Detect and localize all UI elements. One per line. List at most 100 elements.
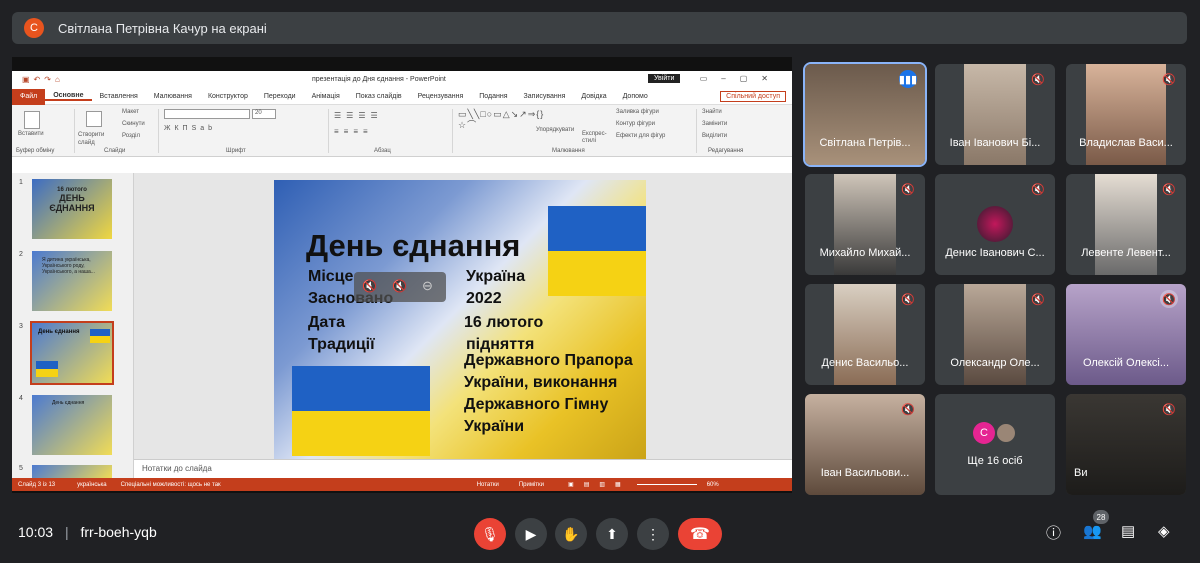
tab-review[interactable]: Рецензування [410, 93, 472, 100]
participant-video [1095, 174, 1157, 275]
activities-icon[interactable]: ◈ [1158, 522, 1170, 540]
slide-right-value: України [464, 418, 525, 435]
notes-pane[interactable]: Нотатки до слайда [134, 459, 792, 478]
slide-thumbnail-pane: 1 16 лютого ДЕНЬ ЄДНАННЯ 2 Я дитина укра… [12, 173, 134, 479]
divider [74, 109, 75, 153]
participant-avatar [977, 206, 1013, 242]
new-slide-label[interactable]: Створити слайд [78, 131, 110, 147]
font-size-input[interactable]: 20 [252, 109, 276, 119]
paste-icon[interactable] [24, 111, 40, 129]
tab-file[interactable]: Файл [12, 88, 46, 105]
participant-name: Денис Іванович С... [945, 247, 1045, 259]
share-button[interactable]: Спільний доступ [720, 91, 786, 102]
replace-button[interactable]: Замінити [702, 121, 727, 127]
flag-image [36, 361, 58, 377]
meeting-info: 10:03 | frr-boeh-yqb [18, 524, 157, 540]
sign-in-button[interactable]: Увійти [648, 74, 681, 83]
chat-icon[interactable]: ▤ [1121, 522, 1135, 540]
participant-video [964, 284, 1026, 385]
participant-name: Іван Іванович Бі... [949, 137, 1041, 149]
camera-toggle-button[interactable]: ▶ [515, 518, 547, 550]
view-buttons-icon[interactable]: ▣▤▥▦ [568, 481, 631, 488]
clock: 10:03 [18, 524, 54, 540]
font-name-input[interactable] [164, 109, 250, 119]
participant-name: Ви [1074, 467, 1088, 479]
paragraph-icons[interactable]: ☰☰☰☰ [334, 111, 383, 120]
self-tile[interactable]: 🔇 Ви [1066, 394, 1186, 495]
tab-slideshow[interactable]: Показ слайдів [348, 93, 410, 100]
slide-thumbnail[interactable]: 16 лютого ДЕНЬ ЄДНАННЯ [32, 179, 112, 239]
present-button[interactable]: ⬆ [596, 518, 628, 550]
participant-tile[interactable]: 🔇 Денис Іванович С... [935, 174, 1055, 275]
arrange-button[interactable]: Упорядкувати [536, 127, 574, 133]
zoom-level[interactable]: 60% [707, 482, 719, 488]
tab-design[interactable]: Конструктор [200, 93, 256, 100]
slide-thumbnail[interactable]: Я дитина українська, Українського роду, … [32, 251, 112, 311]
meeting-code[interactable]: frr-boeh-yqb [80, 524, 156, 540]
leave-call-button[interactable]: ☎ [678, 518, 722, 550]
mic-off-icon: 🔇 [901, 183, 915, 196]
tab-animations[interactable]: Анімація [304, 93, 348, 100]
tab-view[interactable]: Подання [471, 93, 515, 100]
thumb-line: 16 лютого [57, 187, 87, 193]
mic-toggle-button[interactable]: 🎙 [474, 518, 506, 550]
reset-button[interactable]: Скинути [122, 121, 145, 127]
mic-off-icon: 🔇 [1031, 183, 1045, 196]
shape-outline-button[interactable]: Контур фігури [616, 121, 655, 127]
zoom-slider[interactable] [636, 484, 697, 485]
comments-button[interactable]: Примітки [519, 482, 544, 488]
participant-tile[interactable]: 🔇 Іван Васильови... [805, 394, 925, 495]
participant-tile[interactable]: 🔇 Денис Васильо... [805, 284, 925, 385]
slide-thumbnail[interactable] [32, 465, 112, 479]
section-button[interactable]: Розділ [122, 133, 140, 139]
tab-help[interactable]: Довідка [573, 93, 614, 100]
people-icon[interactable]: 👥 [1083, 522, 1102, 540]
mute-audio-icon[interactable]: 🔇 [392, 279, 407, 293]
shape-effects-button[interactable]: Ефекти для фігур [616, 133, 665, 139]
slide-right-value: України, виконання [464, 374, 618, 391]
participant-tile[interactable]: 🔇 Олександр Оле... [935, 284, 1055, 385]
select-button[interactable]: Виділити [702, 133, 727, 139]
tab-home[interactable]: Основне [45, 92, 92, 101]
slide-left-label: Традиції [308, 336, 375, 353]
new-slide-icon[interactable] [86, 111, 102, 127]
tab-transitions[interactable]: Переходи [256, 93, 304, 100]
participant-video [834, 284, 896, 385]
tab-draw[interactable]: Малювання [146, 93, 200, 100]
notes-button[interactable]: Нотатки [477, 482, 499, 488]
participant-tile[interactable]: 🔇 Левенте Левент... [1066, 174, 1186, 275]
raise-hand-button[interactable]: ✋ [555, 518, 587, 550]
align-icons[interactable]: ≡≡≡≡ [334, 127, 373, 136]
participant-tile[interactable]: 🔇 Олексій Олексі... [1066, 284, 1186, 385]
find-button[interactable]: Знайти [702, 109, 722, 115]
minimize-icon[interactable]: ⊖ [422, 278, 433, 294]
tab-record[interactable]: Записування [516, 93, 574, 100]
divider [328, 109, 329, 153]
mic-off-icon: 🔇 [1162, 403, 1176, 416]
slide-thumbnail-selected[interactable]: День єднання [30, 321, 114, 385]
layout-button[interactable]: Макет [122, 109, 139, 115]
current-slide[interactable]: День єднання Місце Засновано Дата Традиц… [274, 180, 646, 460]
tab-insert[interactable]: Вставлення [92, 93, 146, 100]
slide-thumbnail[interactable]: День єднання [32, 395, 112, 455]
shapes-gallery-icon[interactable]: ▭╲╲□○▭△↘↗⇒{}☆⌒ [458, 109, 543, 131]
shape-fill-button[interactable]: Заливка фігури [616, 109, 659, 115]
mute-overlay-icon[interactable]: 🔇 [362, 279, 377, 293]
info-icon[interactable]: ⓘ [1046, 522, 1061, 543]
language-status[interactable]: українська [77, 482, 107, 488]
accessibility-status[interactable]: Спеціальні можливості: щось не так [121, 482, 221, 488]
participant-tile[interactable]: 🔇 Владислав Васи... [1066, 64, 1186, 165]
more-options-button[interactable]: ⋮ [637, 518, 669, 550]
font-format-icons[interactable]: ЖКПSab [164, 125, 216, 132]
participant-tile[interactable]: ▮▮▮ Світлана Петрів... [803, 62, 927, 167]
more-participants-tile[interactable]: С Ще 16 осіб [935, 394, 1055, 495]
tab-tell-me[interactable]: Допомо [615, 93, 656, 100]
paste-label[interactable]: Вставити [18, 131, 44, 137]
quick-access-icons[interactable]: ▣↶↷⌂ [22, 75, 64, 84]
participant-tile[interactable]: 🔇 Іван Іванович Бі... [935, 64, 1055, 165]
divider [696, 109, 697, 153]
mic-off-icon: 🔇 [1160, 290, 1178, 308]
quick-styles-button[interactable]: Експрес-стилі [582, 131, 610, 145]
window-controls-icon[interactable]: ▭–▢✕ [700, 74, 782, 83]
participant-tile[interactable]: 🔇 Михайло Михай... [805, 174, 925, 275]
